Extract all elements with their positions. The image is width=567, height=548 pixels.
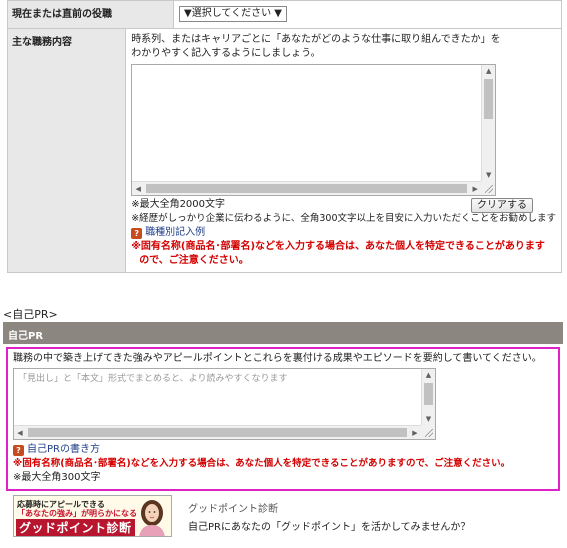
banner-title: グッドポイント診断 [16,519,135,536]
duties-textarea[interactable]: ▲ ▼ ◀ ▶ [131,64,497,196]
pr-instruction: 職務の中で築き上げてきた強みやアピールポイントとこれらを裏付ける成果やエピソード… [13,353,542,364]
duties-description-line: わかりやすく記入するようにしましょう。 [131,48,321,59]
scrollbar-thumb[interactable] [28,428,407,437]
resize-grip-icon[interactable] [481,181,496,195]
banner-line-2: 「あなたの強み」が明らかになる [17,509,137,518]
pr-placeholder: 「見出し」と「本文」形式でまとめると、より読みやすくなります [18,374,288,384]
warning-line: す [534,241,545,252]
pr-textarea[interactable]: 「見出し」と「本文」形式でまとめると、より読みやすくなります ▲ ▼ ◀ ▶ [13,368,436,440]
horizontal-scrollbar[interactable]: ◀ ▶ [14,425,421,439]
question-icon: ? [13,445,24,456]
recommend-note: ※経歴がしっかり企業に伝わるように、全角300文字以上を目安に入力いただくことを… [131,213,556,224]
max-chars-note: ※最大全角2000文字 [131,199,226,210]
role-select[interactable]: ▼選択してください ▼ [179,6,287,22]
arrow-left-icon[interactable]: ◀ [132,182,144,196]
career-form-table: 現在または直前の役職 ▼選択してください ▼ 主な職務内容 時系列、またはキャリ… [7,0,562,273]
woman-illustration-icon [139,500,165,536]
example-link-row: ? 職種別記入例 [131,226,556,240]
duties-label: 主な職務内容 [8,29,127,272]
question-icon: ? [131,228,143,239]
resize-grip-icon[interactable] [421,425,435,439]
arrow-right-icon[interactable]: ▶ [409,426,421,440]
good-point-title[interactable]: グッドポイント診断 [188,500,278,515]
example-link[interactable]: 職種別記入例 [145,227,205,238]
max-chars-row: ※最大全角2000文字 クリアする [131,198,556,213]
clear-button[interactable]: クリアする [471,198,533,213]
warning-text-cont: ので、ご注意ください。 [139,255,249,266]
pr-section-heading: <自己PR> [3,308,58,321]
good-point-banner[interactable]: 応募時にアピールできる 「あなたの強み」が明らかになる グッドポイント診断 [13,495,172,537]
scrollbar-thumb[interactable] [146,184,468,193]
pr-warning: ※固有名称(商品名･部署名)などを入力する場合は、あなた個人を特定できることがあ… [13,458,511,469]
vertical-scrollbar[interactable]: ▲ ▼ [481,65,496,181]
pr-max-chars: ※最大全角300文字 [13,472,101,483]
warning-text: ※固有名称(商品名･部署名)などを入力する場合は、あなた個人を特定できることがあ… [131,240,556,254]
duties-description: 時系列、またはキャリアごとに「あなたがどのような仕事に取り組んできたか」を わか… [131,33,556,61]
pr-howto-link[interactable]: 自己PRの書き方 [27,444,100,455]
role-cell: ▼選択してください ▼ [174,1,561,28]
good-point-text: 自己PRにあなたの「グッドポイント」を活かしてみませんか？ [188,522,471,533]
arrow-up-icon[interactable]: ▲ [482,65,495,77]
horizontal-scrollbar[interactable]: ◀ ▶ [132,181,482,196]
scrollbar-thumb[interactable] [484,79,494,119]
duties-description-line: 時系列、またはキャリアごとに「あなたがどのような仕事に取り組んできたか」を [131,34,501,45]
role-row: 現在または直前の役職 ▼選択してください ▼ [7,1,562,29]
duties-row: 主な職務内容 時系列、またはキャリアごとに「あなたがどのような仕事に取り組んでき… [7,29,562,273]
duties-cell: 時系列、またはキャリアごとに「あなたがどのような仕事に取り組んできたか」を わか… [126,29,561,272]
scrollbar-thumb[interactable] [424,383,433,405]
pr-section-bar: 自己PR [3,322,563,344]
arrow-down-icon[interactable]: ▼ [482,169,495,181]
pr-input-box: 職務の中で築き上げてきた強みやアピールポイントとこれらを裏付ける成果やエピソード… [6,347,560,491]
warning-line: ※固有名称(商品名･部署名)などを入力する場合は、あなた個人を特定できることがあ… [131,241,535,252]
arrow-left-icon[interactable]: ◀ [14,426,26,440]
arrow-right-icon[interactable]: ▶ [469,182,481,196]
arrow-down-icon[interactable]: ▼ [422,413,435,425]
arrow-up-icon[interactable]: ▲ [422,369,435,381]
role-label: 現在または直前の役職 [8,1,174,28]
vertical-scrollbar[interactable]: ▲ ▼ [421,369,435,425]
pr-howto-row: ? 自己PRの書き方 [13,443,553,457]
